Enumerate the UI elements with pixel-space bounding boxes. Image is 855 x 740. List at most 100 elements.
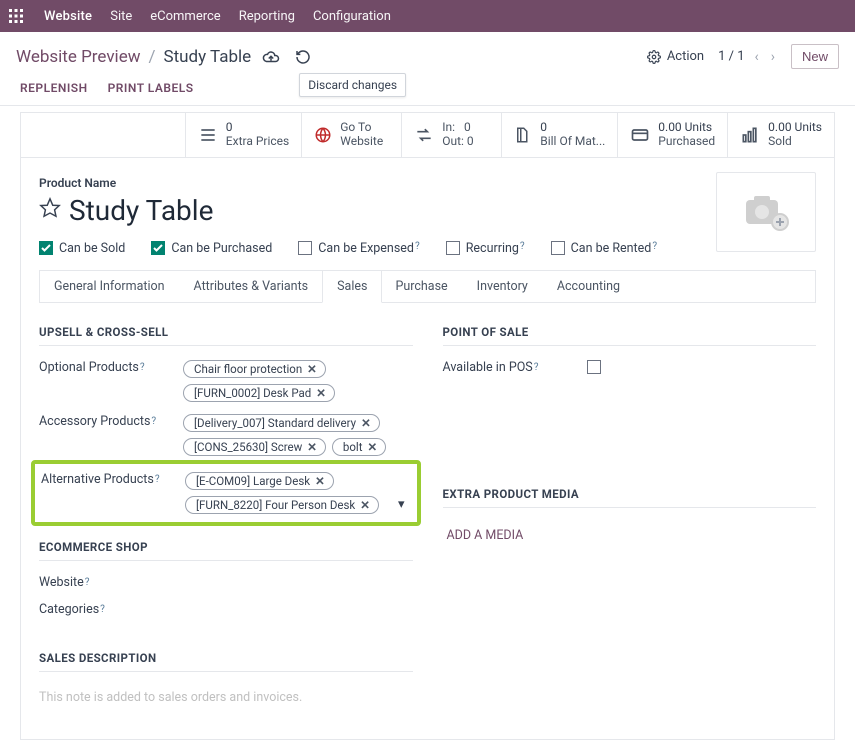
tag-item: [CONS_25630] Screw ✕	[183, 438, 326, 456]
tag-text: [CONS_25630] Screw	[194, 440, 302, 454]
help-icon[interactable]: ?	[520, 241, 525, 252]
stat-go-to-website[interactable]: Go ToWebsite	[301, 113, 401, 157]
dropdown-caret-icon[interactable]: ▾	[392, 497, 411, 512]
help-icon[interactable]: ?	[140, 362, 145, 373]
apps-icon[interactable]	[8, 8, 24, 24]
sales-description-input[interactable]: This note is added to sales orders and i…	[39, 686, 413, 709]
menu-reporting[interactable]: Reporting	[239, 9, 295, 24]
check-recurring-label: Recurring	[466, 241, 519, 256]
stat-in-out[interactable]: In: 0 Out: 0	[401, 113, 501, 157]
tab-inventory[interactable]: Inventory	[463, 271, 543, 302]
help-icon[interactable]: ?	[534, 362, 539, 373]
check-recurring[interactable]: Recurring?	[446, 241, 525, 256]
section-upsell: UPSELL & CROSS-SELL	[39, 325, 413, 346]
top-nav: Website Site eCommerce Reporting Configu…	[0, 0, 855, 32]
tag-text: [E-COM09] Large Desk	[196, 474, 310, 488]
tab-sales[interactable]: Sales	[322, 270, 382, 303]
tab-attributes-variants[interactable]: Attributes & Variants	[180, 271, 324, 302]
remove-tag-icon[interactable]: ✕	[316, 386, 326, 400]
tag-text: [Delivery_007] Standard delivery	[194, 416, 356, 430]
stat-out-label: Out:	[442, 134, 464, 148]
remove-tag-icon[interactable]: ✕	[361, 416, 371, 430]
check-sold-label: Can be Sold	[59, 241, 125, 256]
menu-site[interactable]: Site	[110, 9, 132, 24]
help-icon[interactable]: ?	[155, 474, 160, 485]
pager-next-icon[interactable]: ›	[769, 49, 777, 65]
tag-item: bolt ✕	[332, 438, 386, 456]
tabs: General Information Attributes & Variant…	[39, 270, 816, 303]
help-icon[interactable]: ?	[100, 604, 105, 615]
stat-strip: 0Extra Prices Go ToWebsite In: 0 Out: 0 …	[21, 113, 834, 158]
help-icon[interactable]: ?	[652, 241, 657, 252]
stat-goto-line1: Go To	[340, 121, 383, 135]
discard-tooltip: Discard changes	[299, 73, 406, 97]
tag-text: Chair floor protection	[194, 362, 302, 376]
check-available-in-pos[interactable]	[587, 360, 601, 374]
product-image-upload[interactable]	[716, 172, 816, 252]
save-cloud-icon[interactable]	[259, 45, 283, 69]
tab-general-information[interactable]: General Information	[40, 271, 180, 302]
product-title[interactable]: Study Table	[69, 194, 213, 227]
product-flags: Can be Sold Can be Purchased Can be Expe…	[39, 241, 816, 256]
optional-products-input[interactable]: Chair floor protection ✕ [FURN_0002] Desk…	[183, 360, 413, 402]
help-icon[interactable]: ?	[415, 241, 420, 252]
tag-item: [E-COM09] Large Desk ✕	[185, 472, 334, 490]
stat-goto-line2: Website	[340, 135, 383, 149]
print-labels-link[interactable]: PRINT LABELS	[108, 81, 194, 95]
tag-text: bolt	[343, 440, 363, 454]
label-alternative-products: Alternative Products	[41, 472, 154, 487]
tab-purchase[interactable]: Purchase	[381, 271, 462, 302]
tag-item: [FURN_0002] Desk Pad ✕	[183, 384, 335, 402]
stat-sold-num: 0.00 Units	[768, 121, 822, 135]
right-column: POINT OF SALE Available in POS? EXTRA PR…	[443, 325, 817, 709]
pager: 1 / 1 ‹ ›	[718, 49, 777, 65]
breadcrumb-back[interactable]: Website Preview	[16, 47, 140, 67]
new-button[interactable]: New	[791, 44, 839, 69]
stat-bom-num: 0	[540, 121, 605, 135]
breadcrumb: Website Preview / Study Table Discard ch…	[16, 45, 315, 69]
remove-tag-icon[interactable]: ✕	[360, 498, 370, 512]
tag-text: [FURN_0002] Desk Pad	[194, 386, 311, 400]
breadcrumb-current: Study Table	[164, 47, 252, 67]
stat-in-label: In:	[442, 120, 455, 134]
action-menu[interactable]: Action	[647, 49, 704, 64]
help-icon[interactable]: ?	[85, 577, 90, 588]
tag-text: [FURN_8220] Four Person Desk	[196, 498, 355, 512]
alternative-products-input[interactable]: [E-COM09] Large Desk ✕ [FURN_8220] Four P…	[185, 472, 411, 514]
check-can-be-expensed[interactable]: Can be Expensed?	[298, 241, 419, 256]
section-point-of-sale: POINT OF SALE	[443, 325, 817, 346]
app-name[interactable]: Website	[44, 9, 92, 24]
remove-tag-icon[interactable]: ✕	[367, 440, 377, 454]
tab-accounting[interactable]: Accounting	[543, 271, 635, 302]
stat-purchased[interactable]: 0.00 UnitsPurchased	[617, 113, 727, 157]
add-media-button[interactable]: ADD A MEDIA	[443, 522, 528, 549]
stat-out-value: 0	[467, 134, 474, 148]
menu-configuration[interactable]: Configuration	[313, 9, 391, 24]
pager-prev-icon[interactable]: ‹	[753, 49, 761, 65]
check-can-be-sold[interactable]: Can be Sold	[39, 241, 125, 256]
favorite-star-icon[interactable]	[39, 197, 61, 223]
check-can-be-purchased[interactable]: Can be Purchased	[151, 241, 272, 256]
remove-tag-icon[interactable]: ✕	[307, 362, 317, 376]
tag-item: [Delivery_007] Standard delivery ✕	[183, 414, 380, 432]
stat-extra-prices[interactable]: 0Extra Prices	[185, 113, 301, 157]
highlight-alternative-products: Alternative Products? [E-COM09] Large De…	[31, 460, 421, 526]
checkbox-icon	[446, 241, 460, 255]
stat-bom[interactable]: 0Bill Of Mat...	[501, 113, 617, 157]
replenish-link[interactable]: REPLENISH	[20, 81, 88, 95]
accessory-products-input[interactable]: [Delivery_007] Standard delivery ✕ [CONS_…	[183, 414, 413, 456]
menu-ecommerce[interactable]: eCommerce	[150, 9, 220, 24]
remove-tag-icon[interactable]: ✕	[307, 440, 317, 454]
remove-tag-icon[interactable]: ✕	[315, 474, 325, 488]
label-categories: Categories	[39, 602, 99, 617]
help-icon[interactable]: ?	[151, 416, 156, 427]
check-can-be-rented[interactable]: Can be Rented?	[551, 241, 657, 256]
stat-sold[interactable]: 0.00 UnitsSold	[727, 113, 834, 157]
stat-extra-prices-num: 0	[226, 121, 289, 135]
tag-item: Chair floor protection ✕	[183, 360, 326, 378]
discard-icon[interactable]	[291, 45, 315, 69]
product-name-label: Product Name	[39, 176, 816, 190]
stat-bom-label: Bill Of Mat...	[540, 135, 605, 149]
tag-item: [FURN_8220] Four Person Desk ✕	[185, 496, 379, 514]
stat-sold-label: Sold	[768, 135, 822, 149]
